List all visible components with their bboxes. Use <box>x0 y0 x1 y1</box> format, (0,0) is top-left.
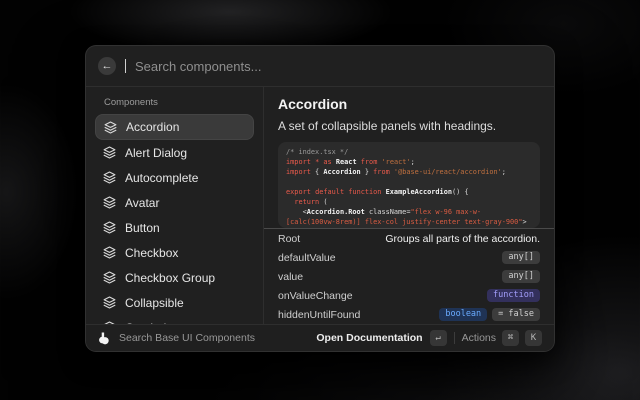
sidebar-item-collapsible[interactable]: Collapsible <box>95 290 254 315</box>
sidebar-item-checkbox[interactable]: Checkbox <box>95 240 254 265</box>
code-line: [calc(100vw-8rem)] flex-col justify-cent… <box>286 217 532 227</box>
prop-value: any[] <box>502 251 540 264</box>
sidebar-item-avatar[interactable]: Avatar <box>95 190 254 215</box>
layers-icon <box>103 221 116 234</box>
sidebar-item-label: Collapsible <box>125 296 184 310</box>
footer-divider <box>454 332 455 344</box>
prop-name: hiddenUntilFound <box>278 309 360 321</box>
open-documentation-label: Open Documentation <box>316 332 422 344</box>
sidebar-item-label: Alert Dialog <box>125 146 187 160</box>
back-arrow-icon: ← <box>102 61 113 72</box>
footer-brand-label: Search Base UI Components <box>119 332 255 344</box>
footer-actions: Open Documentation ↵ Actions ⌘ K <box>316 330 542 346</box>
prop-description: Groups all parts of the accordion. <box>385 233 540 245</box>
code-line: import { Accordion } from '@base-ui/reac… <box>286 167 532 177</box>
layers-icon <box>103 171 116 184</box>
prop-badge: boolean <box>439 308 487 321</box>
command-key-icon: ⌘ <box>502 330 519 346</box>
base-ui-logo <box>98 332 111 345</box>
layers-icon <box>103 146 116 159</box>
sidebar-item-label: Accordion <box>126 120 179 134</box>
prop-name: Root <box>278 233 300 245</box>
sidebar-item-checkbox-group[interactable]: Checkbox Group <box>95 265 254 290</box>
sidebar-item-combobox[interactable]: Combobox <box>95 315 254 324</box>
sidebar-item-label: Button <box>125 221 160 235</box>
components-sidebar: Components Accordion Alert Dialog Autocomp… <box>86 87 264 324</box>
sidebar-item-label: Avatar <box>125 196 159 210</box>
prop-row-onvaluechange[interactable]: onValueChange function <box>264 286 554 305</box>
sidebar-item-autocomplete[interactable]: Autocomplete <box>95 165 254 190</box>
layers-icon <box>103 246 116 259</box>
dialog-body: Components Accordion Alert Dialog Autocomp… <box>86 87 554 324</box>
search-input[interactable] <box>135 59 542 74</box>
prop-badge: function <box>487 289 540 302</box>
detail-header: Accordion A set of collapsible panels wi… <box>264 87 554 228</box>
prop-badge: any[] <box>502 270 540 283</box>
sidebar-item-alert-dialog[interactable]: Alert Dialog <box>95 140 254 165</box>
sidebar-item-label: Checkbox Group <box>125 271 215 285</box>
sidebar-list: Accordion Alert Dialog Autocomplete Avatar B… <box>95 114 254 324</box>
code-line: /* index.tsx */ <box>286 147 532 157</box>
prop-row-root[interactable]: Root Groups all parts of the accordion. <box>264 229 554 248</box>
prop-name: onValueChange <box>278 290 353 302</box>
code-line: return ( <box>286 197 532 207</box>
component-description: A set of collapsible panels with heading… <box>278 119 540 133</box>
enter-key-icon: ↵ <box>430 330 447 346</box>
footer-bar: Search Base UI Components Open Documenta… <box>86 324 554 351</box>
open-documentation-button[interactable]: Open Documentation ↵ <box>316 330 446 346</box>
prop-value: Groups all parts of the accordion. <box>385 233 540 245</box>
sidebar-item-label: Autocomplete <box>125 171 198 185</box>
text-caret <box>125 59 126 73</box>
prop-badge: any[] <box>502 251 540 264</box>
code-line: import * as React from 'react'; <box>286 157 532 167</box>
props-list: Root Groups all parts of the accordion. de… <box>264 228 554 324</box>
prop-badge: = false <box>492 308 540 321</box>
page-title: Accordion <box>278 96 540 112</box>
back-button[interactable]: ← <box>98 57 116 75</box>
prop-value: function <box>487 289 540 302</box>
code-line: <Accordion.Root className="flex w-96 max… <box>286 207 532 217</box>
code-line <box>286 177 532 187</box>
search-bar: ← <box>86 46 554 87</box>
prop-row-defaultvalue[interactable]: defaultValue any[] <box>264 248 554 267</box>
code-line: export default function ExampleAccordion… <box>286 187 532 197</box>
prop-row-value[interactable]: value any[] <box>264 267 554 286</box>
code-block[interactable]: /* index.tsx */import * as React from 'r… <box>278 142 540 228</box>
prop-name: value <box>278 271 303 283</box>
prop-value: any[] <box>502 270 540 283</box>
actions-label: Actions <box>462 332 496 344</box>
sidebar-item-button[interactable]: Button <box>95 215 254 240</box>
sidebar-item-accordion[interactable]: Accordion <box>95 114 254 140</box>
layers-icon <box>104 121 117 134</box>
layers-icon <box>103 296 116 309</box>
actions-button[interactable]: Actions ⌘ K <box>462 330 542 346</box>
detail-panel: Accordion A set of collapsible panels wi… <box>264 87 554 324</box>
sidebar-item-label: Checkbox <box>125 246 178 260</box>
prop-value: boolean = false <box>439 308 540 321</box>
sidebar-group-header: Components <box>104 97 254 108</box>
command-palette-dialog: ← Components Accordion Alert Dialog Autoco… <box>85 45 555 352</box>
layers-icon <box>103 271 116 284</box>
prop-row-hiddenuntilfound[interactable]: hiddenUntilFound boolean = false <box>264 305 554 324</box>
layers-icon <box>103 196 116 209</box>
k-key-icon: K <box>525 330 542 346</box>
prop-name: defaultValue <box>278 252 336 264</box>
